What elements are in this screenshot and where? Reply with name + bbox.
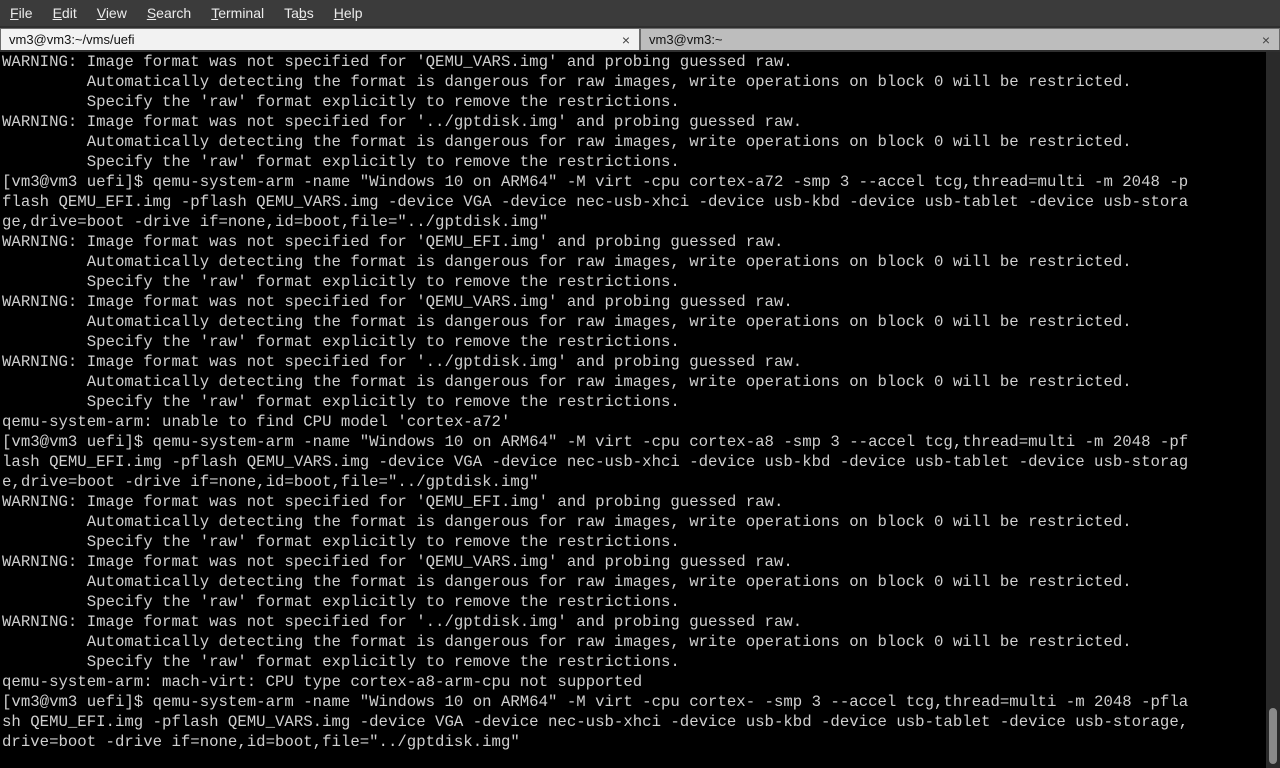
terminal-line: flash QEMU_EFI.img -pflash QEMU_VARS.img… (2, 193, 1189, 211)
terminal-line: Automatically detecting the format is da… (2, 73, 1132, 91)
menu-view[interactable]: View (87, 0, 137, 26)
terminal-line: Specify the 'raw' format explicitly to r… (2, 393, 680, 411)
terminal-line: WARNING: Image format was not specified … (2, 293, 793, 311)
menu-file[interactable]: File (0, 0, 43, 26)
terminal-line: Specify the 'raw' format explicitly to r… (2, 273, 680, 291)
terminal-line: Specify the 'raw' format explicitly to r… (2, 153, 680, 171)
menu-search[interactable]: Search (137, 0, 201, 26)
scrollbar-thumb[interactable] (1269, 708, 1277, 764)
terminal-line: [vm3@vm3 uefi]$ qemu-system-arm -name "W… (2, 173, 1189, 191)
tab-title: vm3@vm3:~ (649, 32, 723, 47)
terminal-line: [vm3@vm3 uefi]$ qemu-system-arm -name "W… (2, 433, 1189, 451)
terminal-line: Automatically detecting the format is da… (2, 253, 1132, 271)
tab-title: vm3@vm3:~/vms/uefi (9, 32, 135, 47)
menu-help[interactable]: Help (324, 0, 373, 26)
terminal-line: WARNING: Image format was not specified … (2, 233, 784, 251)
terminal-line: WARNING: Image format was not specified … (2, 613, 803, 631)
tab-vms-uefi[interactable]: vm3@vm3:~/vms/uefi × (0, 28, 640, 50)
terminal-line: WARNING: Image format was not specified … (2, 113, 803, 131)
close-icon[interactable]: × (1259, 29, 1273, 51)
terminal-output[interactable]: WARNING: Image format was not specified … (0, 52, 1266, 768)
terminal-line: Automatically detecting the format is da… (2, 633, 1132, 651)
terminal-line: drive=boot -drive if=none,id=boot,file="… (2, 733, 520, 751)
terminal-line: qemu-system-arm: mach-virt: CPU type cor… (2, 673, 643, 691)
menu-terminal[interactable]: Terminal (201, 0, 274, 26)
terminal-line: Specify the 'raw' format explicitly to r… (2, 533, 680, 551)
terminal-line: WARNING: Image format was not specified … (2, 53, 793, 71)
terminal-line: qemu-system-arm: unable to find CPU mode… (2, 413, 511, 431)
terminal-line: Specify the 'raw' format explicitly to r… (2, 333, 680, 351)
terminal-line: Automatically detecting the format is da… (2, 573, 1132, 591)
terminal-line: Automatically detecting the format is da… (2, 313, 1132, 331)
terminal-line: Specify the 'raw' format explicitly to r… (2, 593, 680, 611)
menu-edit[interactable]: Edit (43, 0, 87, 26)
terminal-line: lash QEMU_EFI.img -pflash QEMU_VARS.img … (2, 453, 1189, 471)
terminal-line: ge,drive=boot -drive if=none,id=boot,fil… (2, 213, 549, 231)
terminal-line: Automatically detecting the format is da… (2, 373, 1132, 391)
terminal-line: Automatically detecting the format is da… (2, 133, 1132, 151)
terminal-line: WARNING: Image format was not specified … (2, 553, 793, 571)
terminal-line: [vm3@vm3 uefi]$ qemu-system-arm -name "W… (2, 693, 1189, 711)
terminal-line: sh QEMU_EFI.img -pflash QEMU_VARS.img -d… (2, 713, 1189, 731)
terminal-line: Specify the 'raw' format explicitly to r… (2, 93, 680, 111)
terminal-line: e,drive=boot -drive if=none,id=boot,file… (2, 473, 539, 491)
menubar: File Edit View Search Terminal Tabs Help (0, 0, 1280, 26)
terminal-line: WARNING: Image format was not specified … (2, 353, 803, 371)
terminal-line: Automatically detecting the format is da… (2, 513, 1132, 531)
terminal-scrollbar[interactable] (1266, 52, 1280, 768)
tab-bar: vm3@vm3:~/vms/uefi × vm3@vm3:~ × (0, 26, 1280, 52)
menu-tabs[interactable]: Tabs (274, 0, 324, 26)
close-icon[interactable]: × (619, 29, 633, 51)
tab-home[interactable]: vm3@vm3:~ × (640, 28, 1280, 50)
terminal-line: Specify the 'raw' format explicitly to r… (2, 653, 680, 671)
terminal-line: WARNING: Image format was not specified … (2, 493, 784, 511)
